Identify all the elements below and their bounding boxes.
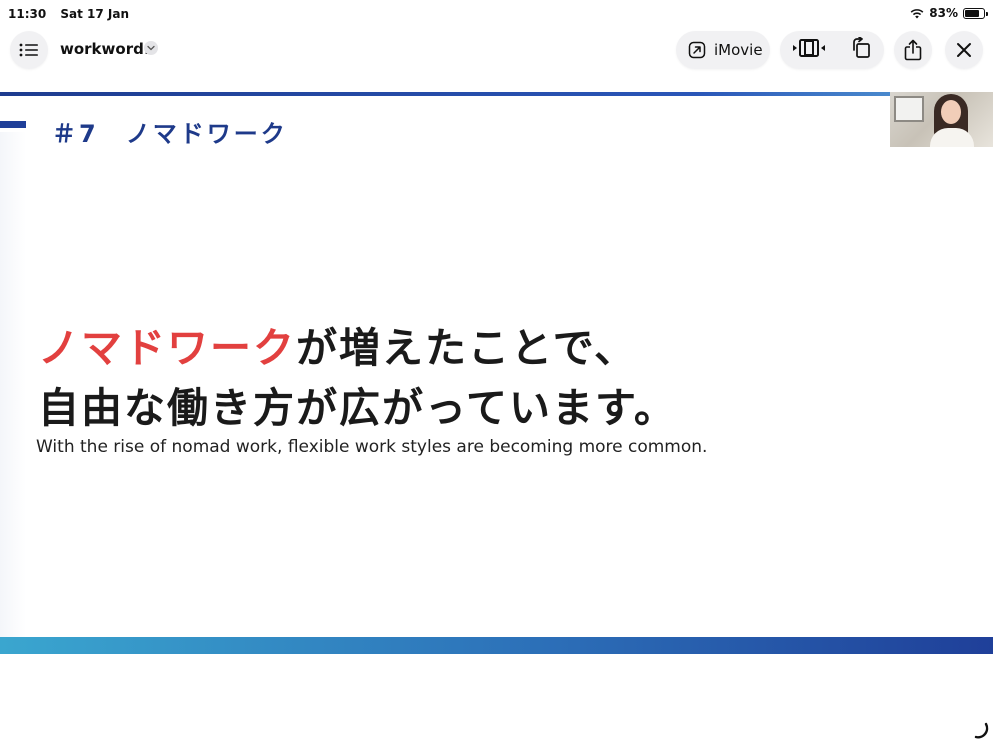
slide-bottom-rule <box>0 637 993 654</box>
status-bar: 11:30 Sat 17 Jan 83% <box>0 0 993 28</box>
status-time-date: 11:30 Sat 17 Jan <box>8 7 139 21</box>
close-icon <box>957 43 971 57</box>
edit-tools-group <box>780 31 884 69</box>
status-indicators: 83% <box>910 6 988 20</box>
film-trim-icon <box>793 39 825 57</box>
document-toolbar: workword1 iMovie <box>0 28 993 72</box>
battery-percent: 83% <box>929 6 958 20</box>
main-text-accent: ノマドワーク <box>38 324 296 372</box>
open-external-icon <box>688 41 706 59</box>
status-time: 11:30 <box>8 7 47 21</box>
slide-top-rule <box>0 92 993 96</box>
main-text-line-1-rest: が増えたことで、 <box>296 324 638 372</box>
battery-icon <box>963 7 988 19</box>
main-text-line-2: 自由な働き方が広がっています。 <box>38 384 677 432</box>
status-date: Sat 17 Jan <box>60 7 130 21</box>
share-icon <box>904 39 922 61</box>
rotate-icon <box>853 36 870 58</box>
list-icon <box>19 43 38 57</box>
trim-button[interactable] <box>792 38 826 62</box>
wifi-icon <box>910 8 924 18</box>
chevron-down-icon <box>147 45 155 51</box>
slide-heading-marker <box>0 121 26 128</box>
slide-left-edge <box>0 132 26 637</box>
thumbnail-background-window <box>894 96 924 122</box>
video-frame[interactable]: ＃7 ノマドワーク ノマドワークが増えたことで、 自由な働き方が広がっています。… <box>0 92 993 654</box>
presenter-face <box>941 100 961 124</box>
imovie-label: iMovie <box>714 41 763 59</box>
english-subtitle: With the rise of nomad work, flexible wo… <box>36 437 708 457</box>
imovie-button[interactable]: iMovie <box>676 31 770 69</box>
title-menu-button[interactable] <box>144 41 158 55</box>
close-button[interactable] <box>945 31 983 69</box>
loading-spinner-icon <box>974 722 989 739</box>
sidebar-button[interactable] <box>10 31 48 69</box>
share-button[interactable] <box>894 31 932 69</box>
document-title[interactable]: workword1 <box>60 40 154 58</box>
main-text-line-1: ノマドワークが増えたことで、 <box>38 314 637 374</box>
battery-level <box>965 9 979 17</box>
rotate-button[interactable] <box>850 36 872 63</box>
presenter-video-thumbnail <box>890 92 993 147</box>
slide-heading: ＃7 ノマドワーク <box>52 120 288 148</box>
